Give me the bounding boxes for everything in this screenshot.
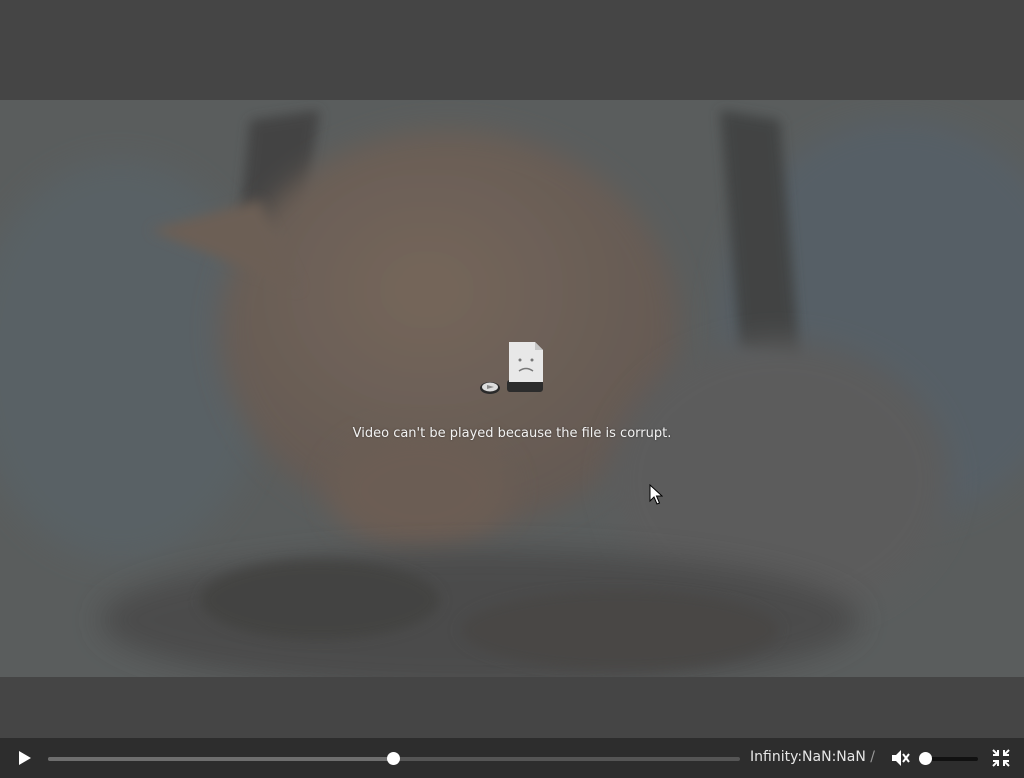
fullscreen-button[interactable]	[991, 748, 1011, 768]
mouse-cursor-icon	[649, 484, 663, 505]
progress-thumb[interactable]	[387, 752, 400, 765]
progress-fill	[48, 757, 394, 761]
speaker-muted-icon	[892, 750, 910, 766]
time-readout: Infinity:NaN:NaN /	[750, 749, 875, 765]
mute-button[interactable]	[890, 748, 910, 768]
broken-file-icon	[477, 340, 547, 400]
error-message: Video can't be played because the file i…	[352, 426, 672, 441]
time-separator: /	[870, 749, 875, 765]
error-panel: Video can't be played because the file i…	[0, 340, 1024, 441]
play-button[interactable]	[12, 748, 36, 768]
progress-slider[interactable]	[48, 752, 740, 765]
play-icon	[19, 751, 31, 765]
volume-slider[interactable]	[919, 752, 978, 765]
volume-thumb[interactable]	[919, 752, 932, 765]
current-time: Infinity:NaN:NaN	[750, 749, 866, 765]
video-player: Video can't be played because the file i…	[0, 0, 1024, 778]
control-bar: Infinity:NaN:NaN /	[0, 738, 1024, 778]
exit-fullscreen-icon	[992, 749, 1010, 767]
video-frame[interactable]: Video can't be played because the file i…	[0, 100, 1024, 677]
